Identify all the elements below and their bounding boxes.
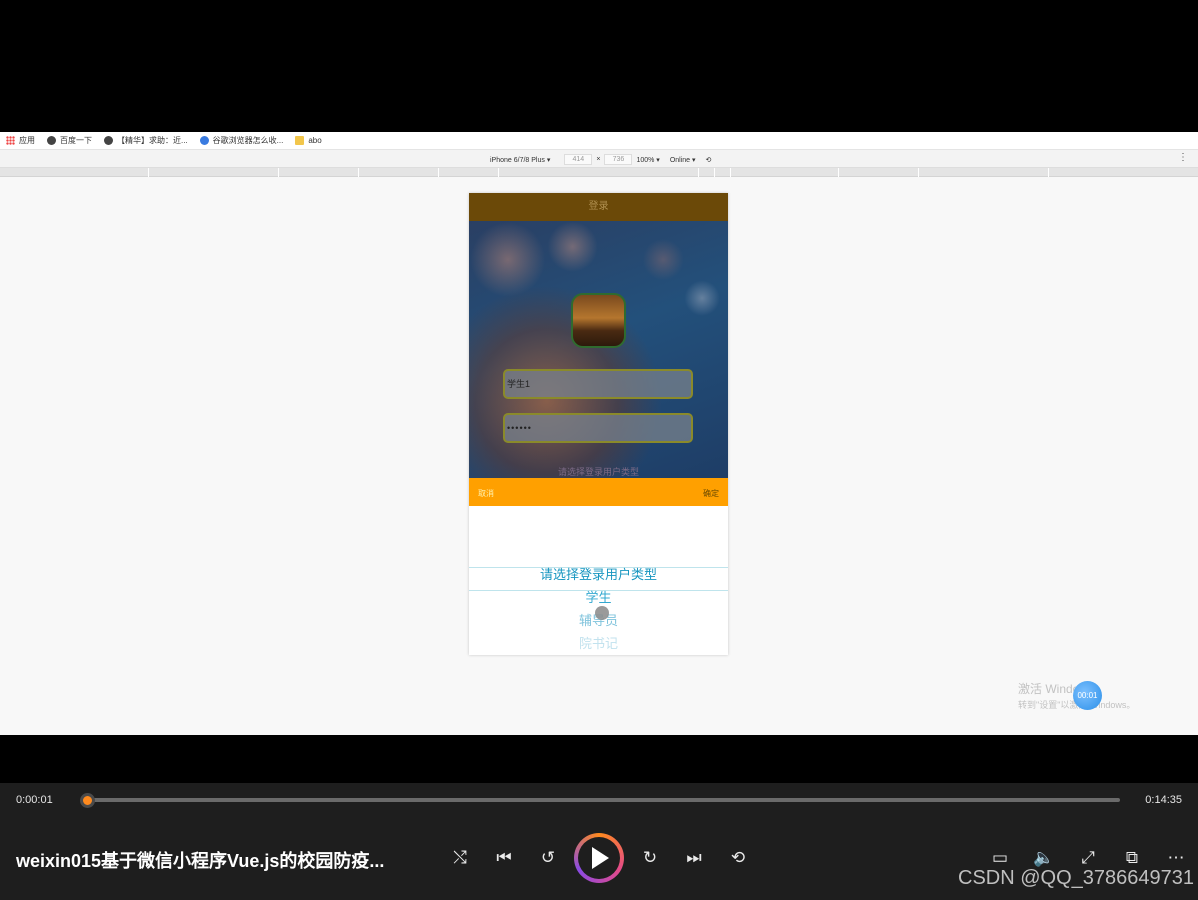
play-icon (592, 847, 609, 869)
bookmark-label: 应用 (19, 136, 35, 145)
ruler (0, 168, 1198, 177)
more-menu-icon[interactable]: ⋮ (1178, 152, 1188, 163)
password-field[interactable]: •••••• (503, 413, 693, 443)
login-background: 学生1 •••••• 请选择登录用户类型 (469, 221, 728, 478)
phone-viewport: 登录 学生1 •••••• 请选择登录用户类型 取消 确定 请选择登录用户类型 … (469, 193, 728, 655)
bookmark-label: 【精华】求助：近... (117, 136, 188, 145)
seek-bar[interactable] (88, 798, 1120, 802)
total-time: 0:14:35 (1145, 794, 1182, 806)
globe-icon (104, 136, 113, 145)
confirm-button[interactable]: 确定 (703, 488, 719, 499)
media-player-controls: 0:00:01 0:14:35 weixin015基于微信小程序Vue.js的校… (0, 783, 1198, 900)
device-toolbar: iPhone 6/7/8 Plus ▾ 414 × 736 100% ▾ Onl… (0, 150, 1198, 168)
zoom-select[interactable]: 100% ▾ (636, 156, 659, 164)
folder-icon (295, 136, 305, 145)
rewind-10-icon[interactable]: ↺ (535, 845, 561, 871)
mouse-cursor (595, 606, 609, 620)
csdn-watermark: CSDN @QQ_3786649731 (958, 867, 1194, 889)
bookmark-baidu[interactable]: 百度一下 (47, 135, 92, 146)
picker-option[interactable]: 学生 (469, 587, 728, 606)
play-button[interactable] (574, 833, 624, 883)
paw-icon (199, 136, 209, 145)
next-icon[interactable]: ⏭ (681, 845, 707, 871)
bookmark-apps[interactable]: 应用 (6, 135, 35, 146)
forward-30-icon[interactable]: ↻ (637, 845, 663, 871)
screen: 应用 百度一下 【精华】求助：近... 谷歌浏览器怎么收... abo iPho… (0, 0, 1198, 900)
apps-icon (6, 136, 15, 145)
picker-toolbar: 取消 确定 (469, 478, 728, 506)
bookmark-label: 谷歌浏览器怎么收... (212, 136, 284, 145)
rotate-icon[interactable]: ⟲ (706, 156, 712, 164)
bookmark-help[interactable]: 【精华】求助：近... (104, 135, 188, 146)
avatar (571, 293, 626, 348)
user-type-hint[interactable]: 请选择登录用户类型 (469, 465, 728, 478)
times-sign: × (596, 156, 601, 163)
device-select[interactable]: iPhone 6/7/8 Plus ▾ (490, 156, 550, 164)
bookmark-label: 百度一下 (60, 136, 92, 145)
bookmark-label: abo (308, 136, 322, 145)
current-time: 0:00:01 (16, 794, 53, 806)
bookmark-chrome[interactable]: 谷歌浏览器怎么收... (199, 135, 284, 146)
video-title: weixin015基于微信小程序Vue.js的校园防疫... (16, 851, 385, 871)
username-field[interactable]: 学生1 (503, 369, 693, 399)
previous-icon[interactable]: ⏮ (491, 845, 517, 871)
network-select[interactable]: Online ▾ (670, 156, 696, 164)
globe-icon (47, 136, 56, 145)
picker-option[interactable]: 院书记 (469, 633, 728, 652)
repeat-off-icon[interactable]: ⟲ (725, 845, 751, 871)
user-type-picker[interactable]: 请选择登录用户类型 学生 辅导员 院书记 (469, 506, 728, 655)
shuffle-icon[interactable]: ⤭ (447, 845, 473, 871)
page-title: 登录 (469, 193, 728, 221)
seek-handle[interactable] (80, 793, 95, 808)
height-input[interactable]: 736 (604, 154, 633, 165)
cancel-button[interactable]: 取消 (478, 488, 494, 499)
width-input[interactable]: 414 (564, 154, 593, 165)
bookmark-abo[interactable]: abo (295, 136, 322, 145)
bookmarks-bar: 应用 百度一下 【精华】求助：近... 谷歌浏览器怎么收... abo (0, 132, 1198, 150)
recording-timer: 00:01 (1073, 681, 1102, 710)
picker-option[interactable]: 请选择登录用户类型 (469, 564, 728, 583)
